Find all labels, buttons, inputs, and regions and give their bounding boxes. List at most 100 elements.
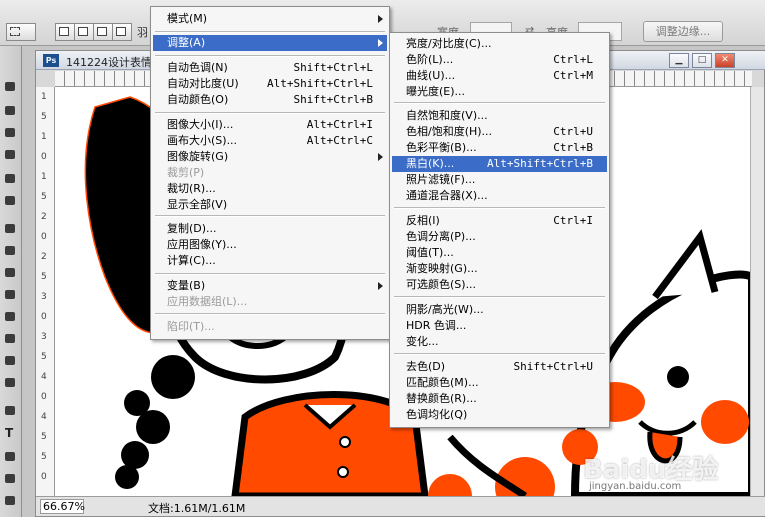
adjust-menu-item[interactable]: 黑白(K)... Alt+Shift+Ctrl+B xyxy=(392,156,607,172)
clone-stamp-tool-icon[interactable] xyxy=(3,266,18,280)
maximize-button[interactable]: □ xyxy=(692,53,712,68)
image-menu-item-label: 调整(A) xyxy=(167,36,206,49)
new-selection-button[interactable] xyxy=(55,23,75,41)
adjust-menu-item-label: 亮度/对比度(C)... xyxy=(406,37,492,50)
image-menu-item[interactable]: 应用图像(Y)... xyxy=(153,237,387,253)
image-menu-item[interactable]: 图像旋转(G) xyxy=(153,149,387,165)
history-brush-tool-icon[interactable] xyxy=(3,288,18,302)
adjust-menu-item[interactable]: HDR 色调... xyxy=(392,318,607,334)
image-menu-item[interactable]: 裁切(R)... xyxy=(153,181,387,197)
image-menu-item[interactable]: 画布大小(S)... Alt+Ctrl+C xyxy=(153,133,387,149)
menu-separator xyxy=(155,273,385,275)
adjust-menu-item-label: 可选颜色(S)... xyxy=(406,278,477,291)
adjust-menu-item-shortcut: Ctrl+L xyxy=(553,53,593,66)
eraser-tool-icon[interactable] xyxy=(3,310,18,324)
image-menu-item[interactable]: 显示全部(V) xyxy=(153,197,387,213)
image-menu-item[interactable]: 自动对比度(U) Alt+Shift+Ctrl+L xyxy=(153,76,387,92)
subtract-selection-button[interactable] xyxy=(93,23,113,41)
dodge-tool-icon[interactable] xyxy=(3,376,18,390)
brush-tool-icon[interactable] xyxy=(3,244,18,258)
adjust-menu-item[interactable]: 可选颜色(S)... xyxy=(392,277,607,293)
adjust-menu-item[interactable]: 去色(D) Shift+Ctrl+U xyxy=(392,359,607,375)
ruler-mark: 1 xyxy=(41,172,47,182)
adjust-menu-item-shortcut: Alt+Shift+Ctrl+B xyxy=(487,157,593,170)
adjust-menu-item-label: 黑白(K)... xyxy=(406,157,455,170)
blur-tool-icon[interactable] xyxy=(3,354,18,368)
quick-select-tool-icon[interactable] xyxy=(3,148,18,162)
path-select-tool-icon[interactable] xyxy=(3,450,18,464)
ruler-mark: 0 xyxy=(41,232,47,242)
image-menu-item[interactable]: 计算(C)... xyxy=(153,253,387,269)
document-info[interactable]: 文档:1.61M/1.61M xyxy=(148,500,245,516)
watermark-url: jingyan.baidu.com xyxy=(589,481,682,492)
image-menu-item[interactable]: 模式(M) xyxy=(153,11,387,27)
adjust-menu-item[interactable]: 反相(I) Ctrl+I xyxy=(392,213,607,229)
adjust-menu-item[interactable]: 色调均化(Q) xyxy=(392,407,607,423)
adjust-menu-item[interactable]: 亮度/对比度(C)... xyxy=(392,36,607,52)
adjust-menu-item[interactable]: 匹配颜色(M)... xyxy=(392,375,607,391)
close-button[interactable]: ✕ xyxy=(715,53,735,68)
adjust-menu-item[interactable]: 色彩平衡(B)... Ctrl+B xyxy=(392,140,607,156)
adjust-menu-item-label: 曝光度(E)... xyxy=(406,85,466,98)
add-selection-button[interactable] xyxy=(74,23,94,41)
image-menu-item[interactable]: 调整(A) xyxy=(153,35,387,51)
move-tool-icon[interactable] xyxy=(3,80,18,94)
adjust-menu-item[interactable]: 色调分离(P)... xyxy=(392,229,607,245)
zoom-field[interactable]: 66.67% xyxy=(40,499,85,514)
adjust-menu-item-label: 渐变映射(G)... xyxy=(406,262,478,275)
ruler-mark: 3 xyxy=(41,332,47,342)
ruler-mark: 2 xyxy=(41,212,47,222)
lasso-tool-icon[interactable] xyxy=(3,126,18,140)
ruler-mark: 1 xyxy=(41,132,47,142)
adjust-menu-item[interactable]: 替换颜色(R)... xyxy=(392,391,607,407)
adjust-menu-item[interactable]: 色阶(L)... Ctrl+L xyxy=(392,52,607,68)
hand-tool-icon[interactable] xyxy=(3,494,18,508)
adjust-menu-item[interactable]: 自然饱和度(V)... xyxy=(392,108,607,124)
image-menu-item[interactable]: 自动颜色(O) Shift+Ctrl+B xyxy=(153,92,387,108)
shape-tool-icon[interactable] xyxy=(3,472,18,486)
image-menu-item-label: 裁切(R)... xyxy=(167,182,216,195)
marquee-preset-picker[interactable] xyxy=(6,23,36,41)
adjust-menu-item[interactable]: 通道混合器(X)... xyxy=(392,188,607,204)
intersect-selection-button[interactable] xyxy=(112,23,132,41)
marquee-icon xyxy=(10,27,20,36)
gradient-tool-icon[interactable] xyxy=(3,332,18,346)
adjust-menu-item-label: 反相(I) xyxy=(406,214,440,227)
adjust-menu-item-label: 自然饱和度(V)... xyxy=(406,109,488,122)
ruler-mark: 0 xyxy=(41,392,47,402)
ruler-mark: 5 xyxy=(41,272,47,282)
image-menu-item[interactable]: 变量(B) xyxy=(153,278,387,294)
adjust-menu-item[interactable]: 色相/饱和度(H)... Ctrl+U xyxy=(392,124,607,140)
image-menu-item-label: 画布大小(S)... xyxy=(167,134,238,147)
adjust-menu-item-shortcut: Ctrl+M xyxy=(553,69,593,82)
menu-separator xyxy=(155,112,385,114)
eyedropper-tool-icon[interactable] xyxy=(3,194,18,208)
vertical-scrollbar[interactable] xyxy=(750,87,764,496)
image-menu-item[interactable]: 复制(D)... xyxy=(153,221,387,237)
minimize-button[interactable]: ▁ xyxy=(669,53,689,68)
image-menu: 模式(M) 调整(A) 自动色调(N) Shift+Ctrl+L 自动对比度(U) Alt… xyxy=(150,6,390,340)
healing-brush-tool-icon[interactable] xyxy=(3,222,18,236)
pen-tool-icon[interactable] xyxy=(3,404,18,418)
adjust-menu-item[interactable]: 变化... xyxy=(392,334,607,350)
image-menu-item[interactable]: 自动色调(N) Shift+Ctrl+L xyxy=(153,60,387,76)
ruler-mark: 5 xyxy=(41,192,47,202)
crop-tool-icon[interactable] xyxy=(3,172,18,186)
adjustments-submenu: 亮度/对比度(C)... 色阶(L)... Ctrl+L 曲线(U)... Ctrl+M… xyxy=(389,32,610,428)
adjust-menu-item[interactable]: 阈值(T)... xyxy=(392,245,607,261)
add-selection-icon xyxy=(78,27,88,36)
ruler-mark: 0 xyxy=(41,152,47,162)
adjust-menu-item-label: 阈值(T)... xyxy=(406,246,454,259)
refine-edge-button[interactable]: 调整边缘... xyxy=(643,21,723,42)
submenu-arrow-icon xyxy=(378,153,383,161)
adjust-menu-item[interactable]: 渐变映射(G)... xyxy=(392,261,607,277)
adjust-menu-item[interactable]: 曝光度(E)... xyxy=(392,84,607,100)
adjust-menu-item[interactable]: 曲线(U)... Ctrl+M xyxy=(392,68,607,84)
vertical-ruler: 1 5 1 0 1 5 2 0 2 5 3 0 3 5 4 0 4 5 5 0 xyxy=(36,87,55,496)
adjust-menu-item[interactable]: 照片滤镜(F)... xyxy=(392,172,607,188)
marquee-tool-icon[interactable] xyxy=(3,104,18,118)
adjust-menu-item[interactable]: 阴影/高光(W)... xyxy=(392,302,607,318)
intersect-selection-icon xyxy=(116,27,126,36)
image-menu-item[interactable]: 图像大小(I)... Alt+Ctrl+I xyxy=(153,117,387,133)
type-tool-icon[interactable] xyxy=(3,426,18,442)
